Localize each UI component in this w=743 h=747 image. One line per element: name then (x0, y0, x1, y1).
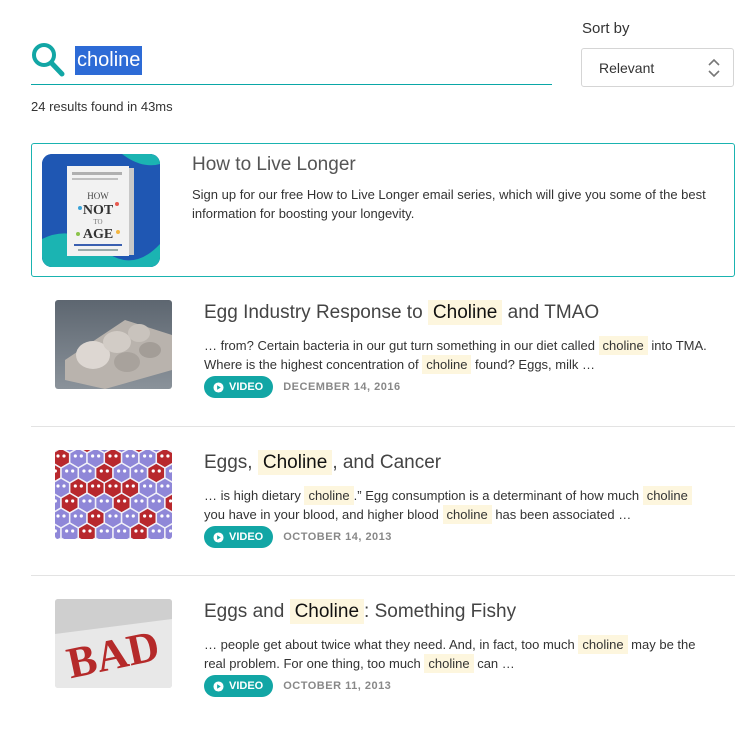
promo-card[interactable]: HOW NOT TO AGE How to Live Longer Sign u… (31, 143, 735, 277)
result-title[interactable]: Eggs, Choline, and Cancer (204, 450, 441, 476)
snippet-highlight: choline (442, 505, 492, 524)
sort-select[interactable]: Relevant (581, 48, 734, 87)
divider (31, 575, 735, 576)
search-bar[interactable]: choline (31, 38, 552, 85)
title-text: Eggs and (204, 601, 290, 622)
result-title[interactable]: Egg Industry Response to Choline and TMA… (204, 300, 599, 326)
snippet-text: can … (473, 656, 515, 671)
snippet-text: .” Egg consumption is a determinant of h… (353, 488, 643, 503)
result-date: OCTOBER 14, 2013 (283, 531, 392, 543)
result-snippet: … from? Certain bacteria in our gut turn… (204, 336, 714, 374)
snippet-text: found? Eggs, milk … (471, 357, 595, 372)
play-icon (213, 680, 224, 692)
snippet-text: … is high dietary (204, 488, 305, 503)
result-snippet: … people get about twice what they need.… (204, 635, 714, 673)
badge-label: VIDEO (229, 381, 264, 393)
video-badge[interactable]: VIDEO (204, 675, 274, 697)
search-query[interactable]: choline (75, 46, 143, 75)
title-highlight: Choline (427, 300, 503, 325)
result-meta: VIDEO DECEMBER 14, 2016 (204, 376, 401, 400)
svg-text:TO: TO (93, 218, 102, 226)
chevron-up-down-icon (708, 58, 720, 78)
svg-text:NOT: NOT (83, 203, 114, 218)
result-date: OCTOBER 11, 2013 (283, 680, 392, 692)
search-icon[interactable] (31, 42, 65, 78)
result-title[interactable]: Eggs and Choline: Something Fishy (204, 599, 516, 625)
svg-text:AGE: AGE (83, 227, 113, 242)
snippet-text: you have in your blood, and higher blood (204, 507, 443, 522)
title-text: Eggs, (204, 452, 258, 473)
snippet-text: … people get about twice what they need.… (204, 637, 579, 652)
snippet-highlight: choline (424, 654, 474, 673)
snippet-highlight: choline (422, 355, 472, 374)
promo-description: Sign up for our free How to Live Longer … (192, 187, 706, 221)
result-thumbnail[interactable] (55, 450, 172, 539)
title-text: : Something Fishy (364, 601, 517, 622)
title-highlight: Choline (257, 450, 333, 475)
snippet-text: … from? Certain bacteria in our gut turn… (204, 338, 599, 353)
sort-label: Sort by (582, 20, 630, 37)
result-thumbnail[interactable] (55, 300, 172, 389)
result-thumbnail[interactable]: BAD (55, 599, 172, 688)
video-badge[interactable]: VIDEO (204, 376, 274, 398)
title-text: and TMAO (502, 302, 600, 323)
result-snippet: … is high dietary choline.” Egg consumpt… (204, 486, 714, 524)
snippet-highlight: choline (304, 486, 354, 505)
title-text: , and Cancer (332, 452, 442, 473)
divider (31, 426, 735, 427)
badge-label: VIDEO (229, 680, 264, 692)
title-highlight: Choline (289, 599, 365, 624)
result-meta: VIDEO OCTOBER 11, 2013 (204, 675, 391, 699)
badge-label: VIDEO (229, 531, 264, 543)
promo-title[interactable]: How to Live Longer (192, 154, 356, 176)
snippet-highlight: choline (642, 486, 692, 505)
play-icon (213, 381, 224, 393)
snippet-highlight: choline (578, 635, 628, 654)
result-item[interactable]: BAD Eggs and Choline: Something Fishy … … (31, 599, 735, 747)
result-meta: VIDEO OCTOBER 14, 2013 (204, 526, 392, 550)
snippet-text: has been associated … (491, 507, 632, 522)
title-text: Egg Industry Response to (204, 302, 428, 323)
sort-value: Relevant (599, 60, 655, 76)
book-cover-image[interactable]: HOW NOT TO AGE (42, 154, 160, 267)
search-input[interactable]: choline (75, 46, 143, 76)
video-badge[interactable]: VIDEO (204, 526, 274, 548)
result-date: DECEMBER 14, 2016 (283, 381, 401, 393)
results-count: 24 results found in 43ms (31, 99, 173, 114)
snippet-highlight: choline (598, 336, 648, 355)
play-icon (213, 531, 224, 543)
svg-text:HOW: HOW (87, 191, 109, 201)
